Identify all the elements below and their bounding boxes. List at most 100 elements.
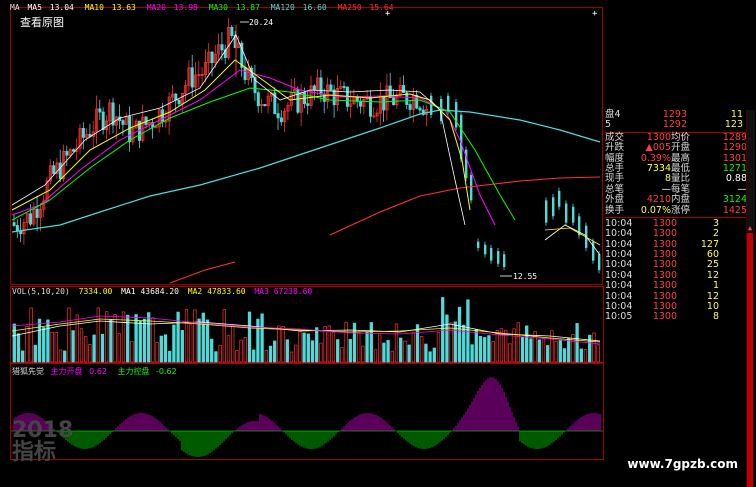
volume-bar (478, 336, 483, 363)
kline-chart[interactable]: + + (0, 0, 603, 286)
volume-legend-item: MA2 47833.60 (187, 287, 246, 296)
volume-bar (235, 350, 239, 363)
volume-bar (25, 325, 29, 363)
quote-stat-label: 内盘 (671, 194, 691, 206)
volume-bar (537, 339, 541, 363)
tick-time: 10:05 (605, 311, 633, 323)
quote-stat-label: 升跌 (605, 142, 625, 154)
volume-bar (592, 332, 596, 363)
volume-legend: VOL(5,10,20) 7334.00 MA1 43684.20 MA2 47… (12, 287, 316, 296)
scroll-up-arrow-icon[interactable]: ▲ (746, 224, 754, 232)
oscillator-item-label: 主力控盘 (117, 367, 150, 376)
candle (565, 203, 568, 223)
volume-bar (176, 311, 180, 363)
volume-bar (42, 327, 46, 363)
volume-bar (79, 328, 84, 363)
candle (276, 113, 280, 119)
volume-bar (58, 349, 63, 363)
volume-bar (596, 344, 600, 363)
volume-bar (210, 338, 214, 363)
candle (98, 108, 102, 113)
candle (418, 107, 422, 111)
oscillator-chart[interactable] (0, 363, 605, 460)
volume-bar (369, 322, 373, 363)
candle (174, 93, 178, 101)
candle (312, 85, 316, 91)
oscillator-item-control: 主力控盘 -0.62 (117, 367, 180, 376)
candle (263, 104, 267, 107)
candle (490, 247, 493, 261)
volume-bar (348, 339, 352, 363)
candle (401, 85, 405, 93)
volume-bar (491, 341, 495, 363)
ma-legend-item: MA10 13.63 (85, 3, 139, 12)
volume-bar (54, 332, 58, 363)
volume-bar (357, 331, 361, 363)
volume-bar (168, 350, 172, 363)
volume-bar (214, 351, 218, 363)
ma-legend-label: MA20 (146, 3, 166, 12)
volume-bar (163, 334, 168, 363)
volume-bar (268, 345, 273, 363)
volume-bar (562, 348, 567, 363)
volume-bar (109, 319, 113, 363)
ma-legend-value: 15.64 (369, 3, 394, 12)
quote-stat-value: 1290 (722, 142, 747, 154)
candle (319, 77, 323, 95)
volume-bar (88, 344, 92, 363)
scrollbar-thumb[interactable] (747, 233, 753, 487)
volume-bar (193, 309, 197, 363)
volume-bar (520, 337, 525, 363)
candle (329, 84, 333, 91)
volume-bar (180, 330, 184, 363)
volume-bar (12, 323, 16, 363)
volume-bar (126, 314, 130, 363)
volume-bar (487, 335, 491, 363)
volume-bar (252, 349, 256, 363)
candle (408, 104, 412, 110)
volume-bar (231, 325, 235, 363)
quote-stat-value: 1425 (722, 204, 747, 216)
volume-bar (533, 330, 537, 363)
volume-bar (336, 339, 340, 363)
volume-bar (159, 335, 163, 363)
volume-chart[interactable] (0, 286, 605, 363)
oscillator-item-label: 主力开盘 (50, 367, 83, 376)
volume-bar (37, 318, 42, 363)
candle (332, 89, 336, 106)
candle (35, 208, 39, 218)
quote-stat-label: 开盘 (671, 142, 691, 154)
ma-legend-item: MA250 15.64 (338, 3, 397, 12)
volume-bar (575, 323, 579, 363)
volume-bar (554, 341, 558, 363)
quote-stat-label: 涨停 (671, 204, 691, 216)
volume-bar (525, 325, 529, 363)
volume-bar (373, 349, 378, 363)
candle (279, 117, 283, 123)
volume-bar (172, 324, 176, 363)
quote-stat-label: 外盘 (605, 194, 625, 206)
oscillator-legend: 猎狐先觉 主力开盘 0.62 主力控盘 -0.62 (12, 366, 185, 377)
logo-watermark: 2018 指标 (12, 418, 74, 465)
volume-bar (390, 350, 394, 363)
candle (503, 254, 506, 267)
candle (210, 51, 214, 64)
ma30-line (11, 87, 516, 221)
tick-list[interactable]: 10:04 1300 3 10:04 1300 2 10:04 1300 127 10:04 130… (605, 216, 751, 323)
volume-bar (16, 333, 21, 363)
ma-legend-label: MA30 (208, 3, 228, 12)
quote-stat-value: 4210 (646, 194, 671, 206)
volume-bar (315, 327, 319, 363)
volume-bar (84, 336, 88, 363)
volume-bar (508, 343, 512, 363)
candle (296, 88, 300, 113)
volume-bar (546, 345, 550, 363)
ma20-line (11, 69, 496, 226)
oscillator-title: 猎狐先觉 (12, 367, 44, 376)
candle (230, 26, 234, 36)
oscillator-item-value: 0.62 (89, 367, 107, 376)
view-original-link[interactable]: 查看原图 (20, 14, 64, 30)
site-watermark: www.7gpzb.com (627, 457, 738, 471)
candle (12, 222, 16, 226)
volume-bar (285, 339, 289, 363)
